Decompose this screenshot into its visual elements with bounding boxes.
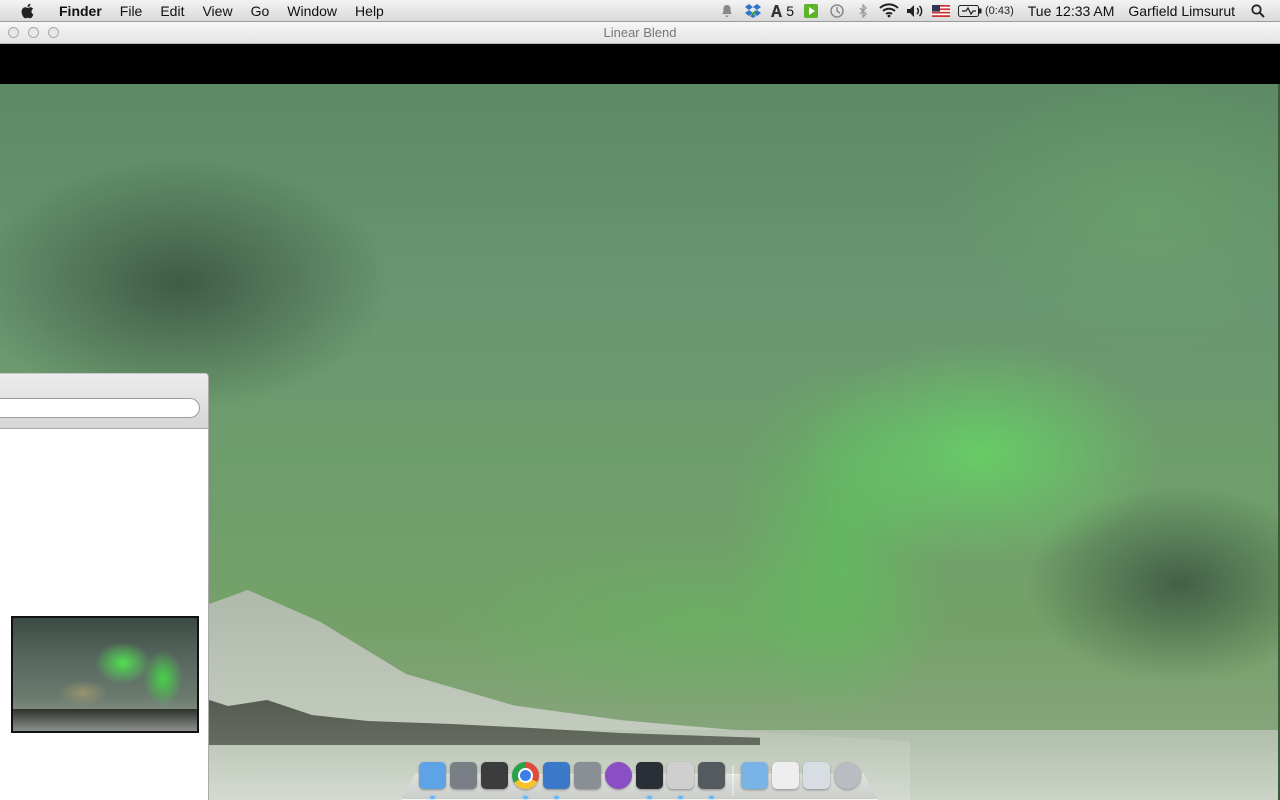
dock-items <box>418 762 861 800</box>
menu-go[interactable]: Go <box>242 0 279 22</box>
menu-window[interactable]: Window <box>278 0 346 22</box>
video-thumbnail[interactable] <box>11 616 199 733</box>
rocket-icon[interactable] <box>449 762 477 789</box>
spotlight-search-icon[interactable] <box>1248 3 1268 19</box>
us-flag-icon[interactable] <box>931 3 951 19</box>
menu-finder[interactable]: Finder <box>50 0 111 22</box>
media-play-icon[interactable] <box>801 3 821 19</box>
bluetooth-icon[interactable] <box>853 3 873 19</box>
wifi-icon[interactable] <box>879 3 899 19</box>
video-letterbox-top <box>0 44 1280 84</box>
steam-icon[interactable] <box>635 762 663 799</box>
dock-separator <box>731 766 734 796</box>
finder-icon[interactable] <box>418 762 446 799</box>
running-indicator <box>646 796 652 799</box>
menu-view[interactable]: View <box>193 0 241 22</box>
terminal-icon[interactable] <box>697 762 725 799</box>
menu-edit[interactable]: Edit <box>151 0 193 22</box>
chrome-center <box>517 768 533 783</box>
battery-icon <box>958 4 982 17</box>
torrent-icon[interactable] <box>604 762 632 789</box>
trash-icon[interactable] <box>833 762 861 789</box>
volume-icon[interactable] <box>905 3 925 19</box>
status-area: 5 (0:43) Tue 12:33 AM Garfield Limsurut <box>714 0 1280 22</box>
apple-icon[interactable] <box>18 2 36 20</box>
gear-icon[interactable] <box>573 762 601 789</box>
adobe-count: 5 <box>786 2 794 19</box>
battery-indicator[interactable]: (0:43) <box>958 4 1014 17</box>
stack-icon[interactable] <box>802 762 830 789</box>
script-icon[interactable] <box>666 762 694 799</box>
document-icon[interactable] <box>771 762 799 789</box>
menu-help[interactable]: Help <box>346 0 393 22</box>
running-indicator <box>708 796 714 799</box>
dock <box>401 756 878 800</box>
photo-booth-icon[interactable] <box>480 762 508 789</box>
menu-file[interactable]: File <box>111 0 152 22</box>
time-machine-icon[interactable] <box>827 3 847 19</box>
window-titlebar: Linear Blend <box>0 22 1280 44</box>
adobe-icon[interactable] <box>769 3 783 19</box>
notification-bell-icon[interactable] <box>717 3 737 19</box>
menu-bar: Finder File Edit View Go Window Help 5 (… <box>0 0 1280 22</box>
clock[interactable]: Tue 12:33 AM <box>1018 3 1121 19</box>
thumbnail-ground <box>13 709 197 731</box>
running-indicator <box>522 796 528 799</box>
running-indicator <box>429 796 435 799</box>
battery-time: (0:43) <box>985 4 1014 17</box>
panel-header <box>0 374 208 429</box>
media-browser-panel <box>0 373 209 800</box>
dropbox-icon[interactable] <box>743 3 763 19</box>
running-indicator <box>553 796 559 799</box>
window-title: Linear Blend <box>603 25 677 40</box>
folder-icon[interactable] <box>740 762 768 789</box>
chrome-icon[interactable] <box>511 762 539 799</box>
search-input[interactable] <box>0 398 200 418</box>
running-indicator <box>677 796 683 799</box>
user-name[interactable]: Garfield Limsurut <box>1120 3 1245 19</box>
xcode-icon[interactable] <box>542 762 570 799</box>
